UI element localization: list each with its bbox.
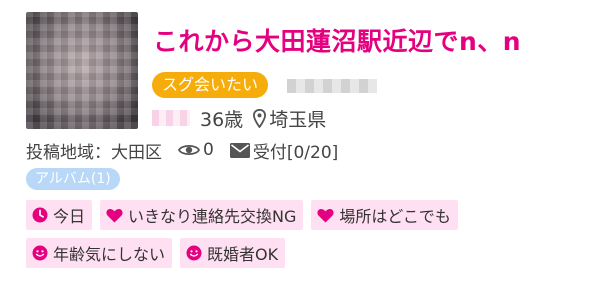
tag-label: 年齢気にしない [53,245,166,264]
tag-label: いきなり連絡先交換NG [128,207,297,226]
tag-label: 場所はどこでも [339,207,451,226]
envelope-icon [229,142,250,158]
view-count: 0 [203,140,214,160]
tag-age-ok: 年齢気にしない [26,238,173,268]
blurred-nickname [152,110,190,126]
location-label: 埼玉県 [269,108,327,131]
tag-row-2: 年齢気にしない 既婚者OK [26,238,586,268]
tag-today: 今日 [26,200,93,230]
blurred-username [287,79,377,93]
map-pin-icon [253,108,267,128]
album-button[interactable]: アルバム(1) [26,168,120,190]
status-badge: スグ会いたい [152,72,269,98]
post-title[interactable]: これから大田蓮沼駅近辺でn、n [153,22,521,58]
smile-icon [32,245,48,261]
heart-icon [317,208,334,222]
area-label: 投稿地域：大田区 [26,142,162,163]
smile-icon [186,245,202,261]
tag-anywhere: 場所はどこでも [311,200,458,230]
profile-meta: 36歳 埼玉県 [152,103,326,133]
eye-icon [178,142,200,158]
tag-label: 既婚者OK [207,245,279,264]
received-label: 受付[0/20] [252,142,339,163]
heart-icon [106,208,123,222]
tag-married-ok: 既婚者OK [180,238,286,268]
clock-icon [32,207,48,223]
avatar[interactable] [26,12,138,129]
tag-row-1: 今日 いきなり連絡先交換NG 場所はどこでも [26,200,586,230]
info-row: 投稿地域：大田区 0 受付[0/20] [26,137,338,163]
tag-label: 今日 [53,207,86,226]
age-label: 36歳 [200,108,244,131]
tag-no-sudden-contact: いきなり連絡先交換NG [100,200,304,230]
